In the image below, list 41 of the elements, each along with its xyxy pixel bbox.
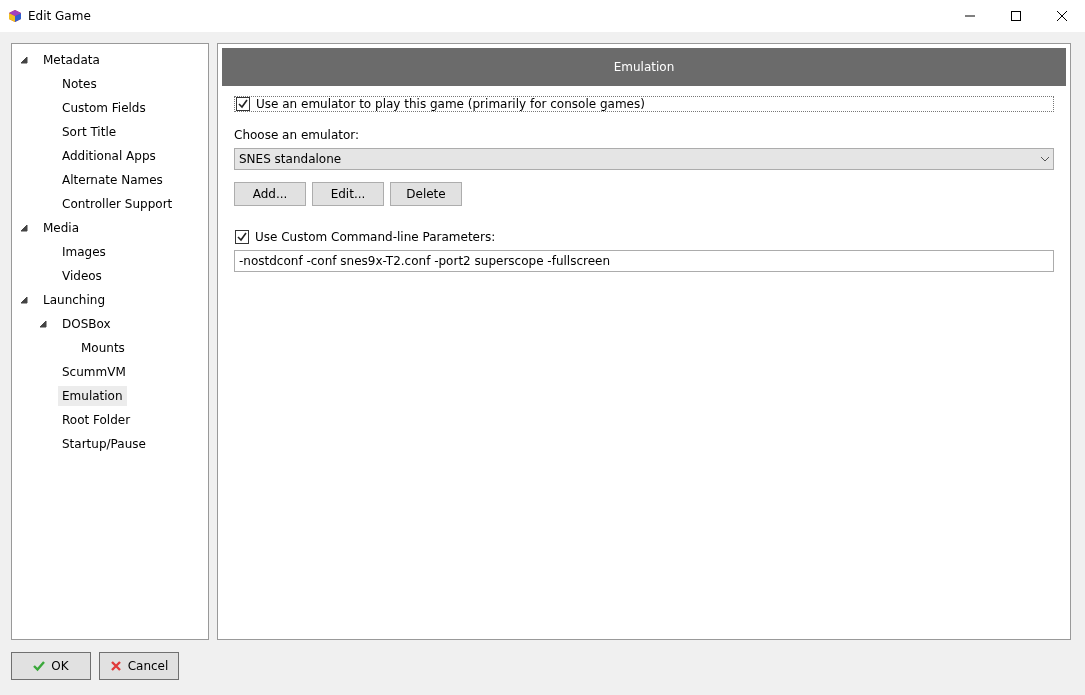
tree-item[interactable]: Root Folder [58, 410, 135, 430]
tree-item[interactable]: DOSBox [58, 314, 115, 334]
action-button[interactable]: Add... [234, 182, 306, 206]
tree-item[interactable]: Emulation [58, 386, 127, 406]
tree-item[interactable]: Alternate Names [58, 170, 167, 190]
parameters-field[interactable]: -nostdconf -conf snes9x-T2.conf -port2 superscope -fullscreen [234, 250, 1054, 272]
action-button[interactable]: Delete [390, 182, 462, 206]
tree-item[interactable]: Sort Title [58, 122, 121, 142]
expanded-triangle-icon[interactable] [20, 56, 28, 64]
action-button[interactable]: Edit... [312, 182, 384, 206]
tree-item[interactable]: Additional Apps [58, 146, 160, 166]
field-label: Choose an emulator: [234, 128, 361, 142]
chevron-down-icon [1041, 156, 1049, 162]
tree-item[interactable]: Startup/Pause [58, 434, 150, 454]
panel-header: Emulation [222, 48, 1066, 86]
expanded-triangle-icon[interactable] [20, 224, 28, 232]
tree-item[interactable]: Metadata [39, 50, 104, 70]
cancel-button[interactable]: Cancel [99, 652, 179, 680]
ok-button[interactable]: OK [11, 652, 91, 680]
tree-item[interactable]: Mounts [77, 338, 129, 358]
checkbox[interactable] [236, 97, 250, 111]
checkbox[interactable] [235, 230, 249, 244]
window-title: Edit Game [28, 9, 92, 23]
expanded-triangle-icon[interactable] [20, 296, 28, 304]
tree-item[interactable]: ScummVM [58, 362, 130, 382]
maximize-icon [1011, 11, 1021, 21]
checkbox-label: Use Custom Command-line Parameters: [255, 230, 496, 244]
checkbox-label: Use an emulator to play this game (primarily for console games) [256, 97, 645, 111]
checkmark-icon [33, 660, 46, 672]
close-icon [1057, 11, 1067, 21]
tree-item[interactable]: Launching [39, 290, 109, 310]
cube-icon [8, 9, 22, 23]
tree-item[interactable]: Controller Support [58, 194, 177, 214]
tree-item[interactable]: Notes [58, 74, 101, 94]
tree-item[interactable]: Media [39, 218, 84, 238]
tree-item[interactable]: Images [58, 242, 110, 262]
cross-icon [109, 660, 122, 672]
tree-item[interactable]: Videos [58, 266, 106, 286]
emulator-dropdown[interactable]: SNES standalone [234, 148, 1054, 170]
tree-item[interactable]: Custom Fields [58, 98, 150, 118]
expanded-triangle-icon[interactable] [39, 320, 47, 328]
